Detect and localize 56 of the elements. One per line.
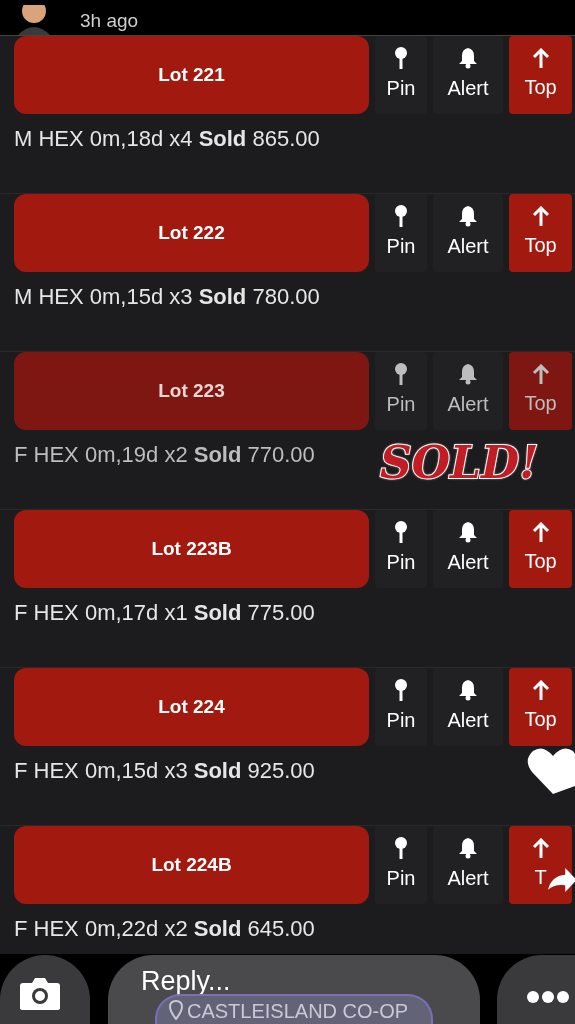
lot-description: F HEX 0m,22d x2 Sold 645.00 <box>14 915 315 943</box>
lot-button[interactable]: Lot 224 <box>14 668 369 746</box>
pin-button[interactable]: Pin <box>375 36 427 114</box>
more-icon <box>527 991 569 1003</box>
pin-button[interactable]: Pin <box>375 194 427 272</box>
lot-description: M HEX 0m,18d x4 Sold 865.00 <box>14 125 320 153</box>
more-button[interactable] <box>497 955 575 1024</box>
lot-button[interactable]: Lot 223B <box>14 510 369 588</box>
pin-button[interactable]: Pin <box>375 352 427 430</box>
bell-icon <box>458 363 478 385</box>
top-button[interactable]: Top <box>509 668 572 746</box>
alert-button[interactable]: Alert <box>433 36 503 114</box>
alert-button[interactable]: Alert <box>433 194 503 272</box>
arrow-up-icon <box>531 48 550 68</box>
arrow-up-icon <box>531 206 550 226</box>
lot-button[interactable]: Lot 223 <box>14 352 369 430</box>
pin-icon <box>395 47 407 69</box>
pin-button[interactable]: Pin <box>375 510 427 588</box>
top-button[interactable]: T <box>509 826 572 904</box>
location-name: CASTLEISLAND CO-OP <box>187 1000 409 1022</box>
alert-button[interactable]: Alert <box>433 510 503 588</box>
pin-icon <box>395 521 407 543</box>
pin-icon <box>395 205 407 227</box>
arrow-up-icon <box>531 838 550 858</box>
pin-icon <box>395 837 407 859</box>
top-button[interactable]: Top <box>509 510 572 588</box>
bell-icon <box>458 679 478 701</box>
heart-icon[interactable] <box>527 746 575 796</box>
arrow-up-icon <box>531 680 550 700</box>
story-time: 3h ago <box>80 9 139 33</box>
sold-label: SOLD! <box>380 437 539 489</box>
alert-button[interactable]: Alert <box>433 826 503 904</box>
bell-icon <box>458 837 478 859</box>
lot-description: F HEX 0m,17d x1 Sold 775.00 <box>14 599 315 627</box>
lot-description: M HEX 0m,15d x3 Sold 780.00 <box>14 283 320 311</box>
lot-button[interactable]: Lot 221 <box>14 36 369 114</box>
pin-icon <box>395 679 407 701</box>
lot-button[interactable]: Lot 222 <box>14 194 369 272</box>
pin-button[interactable]: Pin <box>375 668 427 746</box>
alert-button[interactable]: Alert <box>433 668 503 746</box>
location-pin-icon <box>169 1000 183 1020</box>
pin-icon <box>395 363 407 385</box>
bell-icon <box>458 521 478 543</box>
lot-description: F HEX 0m,19d x2 Sold 770.00 <box>14 441 315 469</box>
lot-button[interactable]: Lot 224B <box>14 826 369 904</box>
top-button[interactable]: Top <box>509 194 572 272</box>
pin-button[interactable]: Pin <box>375 826 427 904</box>
alert-button[interactable]: Alert <box>433 352 503 430</box>
arrow-up-icon <box>531 364 550 384</box>
arrow-up-icon <box>531 522 550 542</box>
camera-icon <box>19 977 61 1011</box>
lot-description: F HEX 0m,15d x3 Sold 925.00 <box>14 757 315 785</box>
top-button[interactable]: Top <box>509 352 572 430</box>
top-button[interactable]: Top <box>509 36 572 114</box>
bell-icon <box>458 205 478 227</box>
bell-icon <box>458 47 478 69</box>
